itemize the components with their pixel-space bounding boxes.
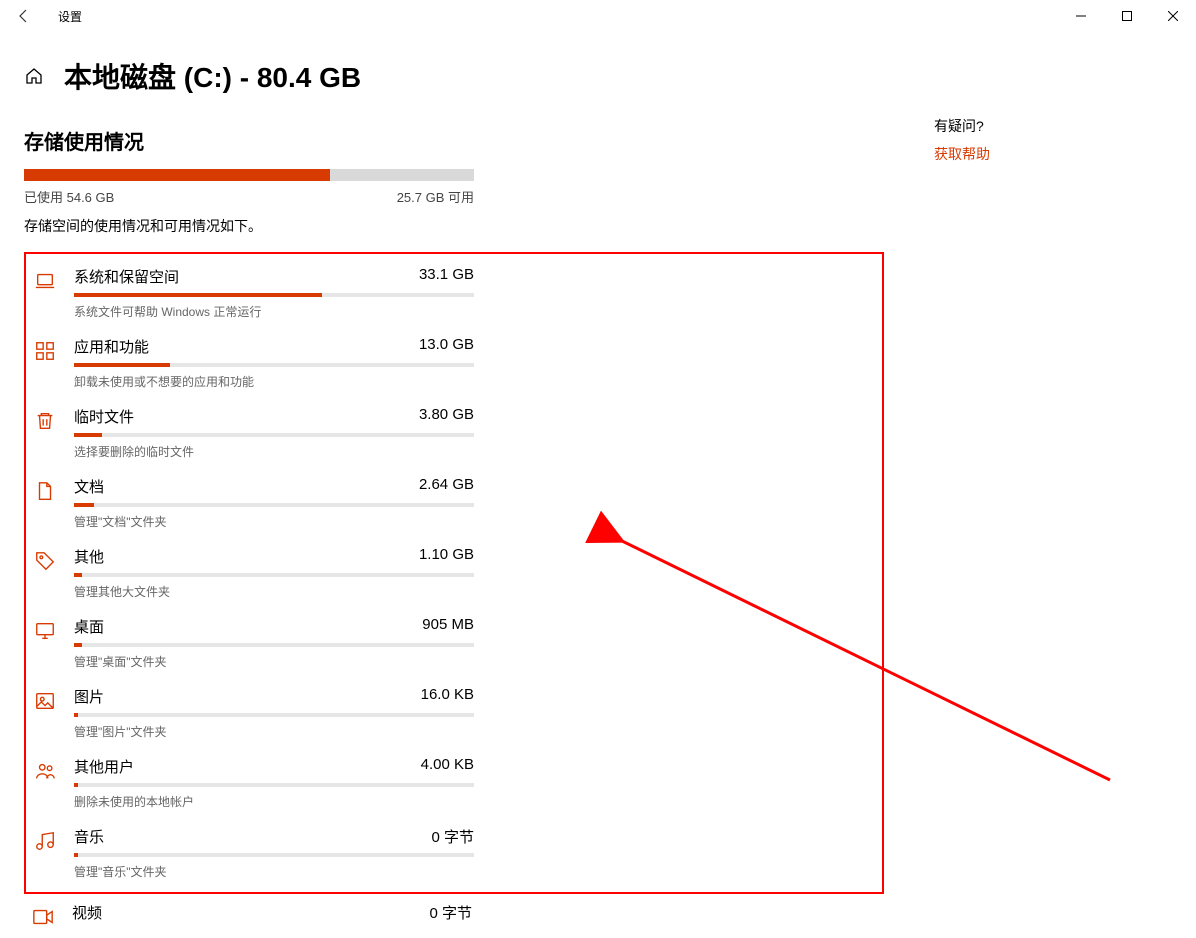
category-size: 3.80 GB bbox=[419, 406, 474, 427]
titlebar: 设置 bbox=[0, 0, 1196, 32]
category-bar bbox=[74, 433, 474, 437]
category-row[interactable]: 桌面 905 MB 管理"桌面"文件夹 bbox=[26, 608, 882, 678]
main-content: 存储使用情况 已使用 54.6 GB 25.7 GB 可用 存储空间的使用情况和… bbox=[24, 106, 884, 938]
apps-icon bbox=[32, 338, 58, 364]
category-name: 文档 bbox=[74, 476, 104, 497]
category-size: 0 字节 bbox=[429, 902, 472, 923]
get-help-link[interactable]: 获取帮助 bbox=[934, 144, 990, 164]
arrow-left-icon bbox=[16, 8, 32, 24]
category-sub: 管理"文档"文件夹 bbox=[74, 513, 474, 530]
category-name: 其他用户 bbox=[74, 756, 134, 777]
category-size: 33.1 GB bbox=[419, 266, 474, 287]
laptop-icon bbox=[32, 268, 58, 294]
category-sub: 管理"桌面"文件夹 bbox=[74, 653, 474, 670]
category-sub: 选择要删除的临时文件 bbox=[74, 443, 474, 460]
category-bar-fill bbox=[74, 853, 78, 857]
category-sub: 卸载未使用或不想要的应用和功能 bbox=[74, 373, 474, 390]
tag-icon bbox=[32, 548, 58, 574]
window-controls bbox=[1058, 0, 1196, 32]
storage-usage-fill bbox=[24, 169, 330, 181]
category-bar-fill bbox=[74, 643, 82, 647]
category-name: 音乐 bbox=[74, 826, 104, 847]
category-bar-fill bbox=[74, 573, 82, 577]
category-sub: 管理"音乐"文件夹 bbox=[74, 863, 474, 880]
category-row[interactable]: 其他 1.10 GB 管理其他大文件夹 bbox=[26, 538, 882, 608]
category-bar-fill bbox=[74, 713, 78, 717]
category-row[interactable]: 系统和保留空间 33.1 GB 系统文件可帮助 Windows 正常运行 bbox=[26, 258, 882, 328]
category-size: 2.64 GB bbox=[419, 476, 474, 497]
storage-description: 存储空间的使用情况和可用情况如下。 bbox=[24, 216, 884, 236]
home-icon bbox=[25, 67, 43, 85]
category-sub: 管理其他大文件夹 bbox=[74, 583, 474, 600]
back-button[interactable] bbox=[0, 0, 48, 32]
category-row[interactable]: 视频 0 字节 bbox=[24, 894, 884, 938]
category-row[interactable]: 临时文件 3.80 GB 选择要删除的临时文件 bbox=[26, 398, 882, 468]
category-name: 临时文件 bbox=[74, 406, 134, 427]
category-name: 图片 bbox=[74, 686, 104, 707]
category-list-highlight: 系统和保留空间 33.1 GB 系统文件可帮助 Windows 正常运行应用和功能 1… bbox=[24, 252, 884, 894]
app-title: 设置 bbox=[58, 8, 82, 25]
maximize-button[interactable] bbox=[1104, 0, 1150, 32]
category-sub: 系统文件可帮助 Windows 正常运行 bbox=[74, 303, 474, 320]
category-size: 13.0 GB bbox=[419, 336, 474, 357]
users-icon bbox=[32, 758, 58, 784]
storage-usage-bar bbox=[24, 169, 474, 181]
category-size: 905 MB bbox=[422, 616, 474, 637]
document-icon bbox=[32, 478, 58, 504]
storage-section-title: 存储使用情况 bbox=[24, 126, 884, 155]
desktop-icon bbox=[32, 618, 58, 644]
video-icon bbox=[30, 904, 56, 930]
category-bar-fill bbox=[74, 363, 170, 367]
category-bar-fill bbox=[74, 783, 78, 787]
category-bar bbox=[74, 503, 474, 507]
category-row[interactable]: 音乐 0 字节管理"音乐"文件夹 bbox=[26, 818, 882, 888]
category-bar-fill bbox=[74, 503, 94, 507]
minimize-icon bbox=[1076, 11, 1086, 21]
category-bar-fill bbox=[74, 293, 322, 297]
category-sub: 管理"图片"文件夹 bbox=[74, 723, 474, 740]
category-bar bbox=[74, 853, 474, 857]
free-space-label: 25.7 GB 可用 bbox=[397, 187, 474, 206]
category-bar bbox=[74, 713, 474, 717]
help-sidebar: 有疑问? 获取帮助 bbox=[884, 106, 990, 938]
minimize-button[interactable] bbox=[1058, 0, 1104, 32]
category-size: 16.0 KB bbox=[421, 686, 474, 707]
home-button[interactable] bbox=[24, 66, 44, 86]
category-bar bbox=[74, 783, 474, 787]
category-bar bbox=[74, 363, 474, 367]
help-question: 有疑问? bbox=[934, 116, 990, 136]
category-bar bbox=[74, 573, 474, 577]
close-button[interactable] bbox=[1150, 0, 1196, 32]
storage-usage-labels: 已使用 54.6 GB 25.7 GB 可用 bbox=[24, 187, 474, 206]
category-row[interactable]: 文档 2.64 GB 管理"文档"文件夹 bbox=[26, 468, 882, 538]
category-name: 其他 bbox=[74, 546, 104, 567]
category-size: 0 字节 bbox=[431, 826, 474, 847]
category-name: 视频 bbox=[72, 902, 102, 923]
maximize-icon bbox=[1122, 11, 1132, 21]
trash-icon bbox=[32, 408, 58, 434]
category-bar bbox=[74, 293, 474, 297]
category-name: 系统和保留空间 bbox=[74, 266, 179, 287]
category-row[interactable]: 应用和功能 13.0 GB 卸载未使用或不想要的应用和功能 bbox=[26, 328, 882, 398]
music-icon bbox=[32, 828, 58, 854]
close-icon bbox=[1168, 11, 1178, 21]
category-name: 桌面 bbox=[74, 616, 104, 637]
page-title: 本地磁盘 (C:) - 80.4 GB bbox=[64, 56, 361, 96]
used-space-label: 已使用 54.6 GB bbox=[24, 187, 114, 206]
category-bar-fill bbox=[74, 433, 102, 437]
category-name: 应用和功能 bbox=[74, 336, 149, 357]
category-row[interactable]: 图片 16.0 KB 管理"图片"文件夹 bbox=[26, 678, 882, 748]
category-size: 4.00 KB bbox=[421, 756, 474, 777]
category-row[interactable]: 其他用户 4.00 KB 删除未使用的本地帐户 bbox=[26, 748, 882, 818]
category-sub: 删除未使用的本地帐户 bbox=[74, 793, 474, 810]
picture-icon bbox=[32, 688, 58, 714]
page-header: 本地磁盘 (C:) - 80.4 GB bbox=[0, 32, 1196, 106]
category-size: 1.10 GB bbox=[419, 546, 474, 567]
category-bar bbox=[74, 643, 474, 647]
